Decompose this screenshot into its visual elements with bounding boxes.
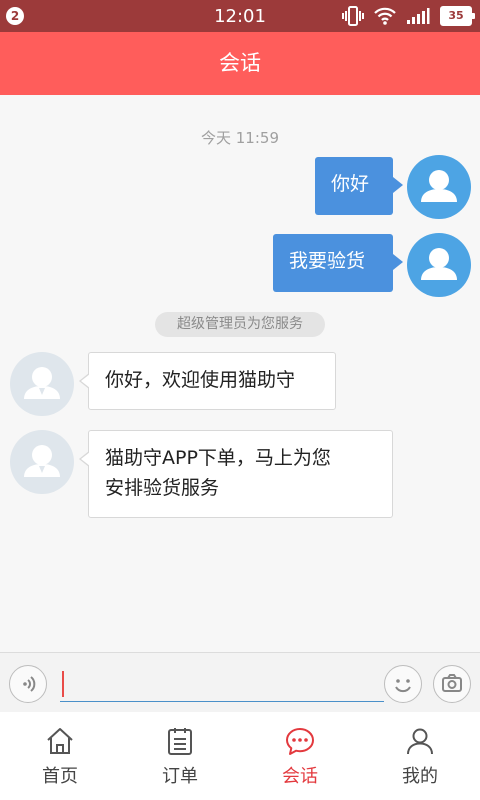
system-notice: 超级管理员为您服务 (155, 312, 325, 337)
emoji-icon (395, 679, 411, 693)
message-text: 你好，欢迎使用猫助守 (105, 369, 296, 391)
battery-icon: 35 (440, 6, 475, 26)
home-icon (47, 728, 73, 754)
vibrate-icon (342, 6, 364, 26)
admin-message-bubble[interactable]: 猫助守APP下单，马上为您 安排验货服务 (79, 430, 393, 518)
user-avatar[interactable] (407, 233, 471, 297)
page-title: 会话 (0, 32, 480, 95)
camera-button[interactable] (433, 665, 471, 703)
person-icon (421, 248, 457, 280)
voice-icon (23, 676, 36, 692)
profile-icon (407, 728, 433, 755)
message-text: 你好 (331, 173, 370, 195)
person-icon (421, 170, 457, 202)
bottom-tab-bar: 首页 订单 会话 我的 (0, 712, 480, 800)
tab-label: 我的 (402, 766, 438, 787)
tab-chat[interactable]: 会话 (240, 712, 360, 800)
tab-label: 会话 (282, 766, 318, 787)
voice-button[interactable] (9, 665, 47, 703)
admin-avatar[interactable] (10, 430, 74, 494)
admin-avatar[interactable] (10, 352, 74, 416)
tab-profile[interactable]: 我的 (360, 712, 480, 800)
input-bar (0, 652, 480, 713)
chat-timestamp: 今天 11:59 (201, 129, 279, 147)
message-text: 我要验货 (289, 250, 366, 272)
wifi-icon (374, 7, 396, 25)
emoji-button[interactable] (384, 665, 422, 703)
status-icons: 35 (342, 6, 475, 26)
status-bar: 2 12:01 35 (0, 0, 480, 32)
tab-home[interactable]: 首页 (0, 712, 120, 800)
admin-person-icon (24, 445, 60, 477)
tab-orders[interactable]: 订单 (120, 712, 240, 800)
chat-icon (286, 728, 314, 755)
message-text-line1: 猫助守APP下单，马上为您 (105, 447, 331, 469)
camera-icon (442, 674, 462, 692)
tab-label: 首页 (42, 766, 78, 787)
user-message-bubble[interactable]: 我要验货 (273, 234, 403, 292)
text-cursor (62, 671, 64, 697)
message-input[interactable] (60, 665, 384, 702)
signal-icon (406, 7, 430, 25)
user-message-bubble[interactable]: 你好 (315, 157, 403, 215)
chat-area[interactable]: 今天 11:59 你好 我要验货 超级管理员为您服务 你好，欢迎使用猫助守 猫助… (0, 95, 480, 652)
message-text-line2: 安排验货服务 (105, 477, 220, 499)
tab-label: 订单 (162, 766, 198, 787)
order-icon (168, 728, 192, 755)
user-avatar[interactable] (407, 155, 471, 219)
admin-person-icon (24, 367, 60, 399)
admin-message-bubble[interactable]: 你好，欢迎使用猫助守 (79, 352, 336, 410)
